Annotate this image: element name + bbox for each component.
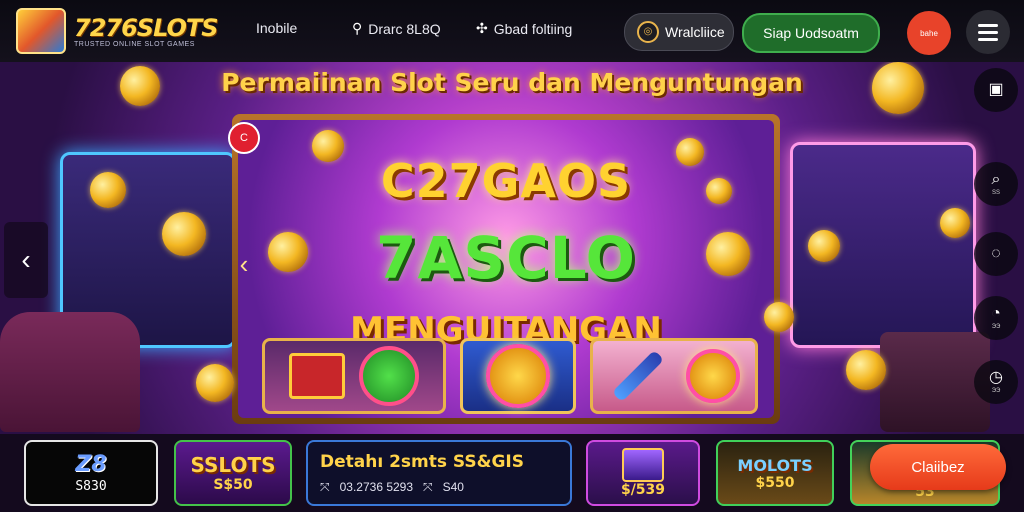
side-button-spin[interactable]: ◌	[974, 232, 1018, 276]
game-card-chest[interactable]: $/539	[586, 440, 700, 506]
search-icon: ⚲	[352, 20, 363, 36]
side-label: ЭЭ	[991, 324, 1001, 330]
promo-tile-wand[interactable]	[590, 338, 758, 414]
site-logo[interactable]: 7276SLOTS TRUSTED ONLINE SLOT GAMES	[16, 8, 219, 54]
brand-name: 7276SLOTS	[74, 13, 219, 42]
coin-decoration	[120, 66, 160, 106]
game-card-z8[interactable]: Z8 S830	[24, 440, 158, 506]
side-label: SS	[991, 190, 1000, 196]
treasure-chest-icon	[622, 448, 664, 482]
card-meta-2: S40	[442, 479, 464, 494]
logo-cube-icon	[16, 8, 66, 54]
game-card-sslots[interactable]: SSLOTS S$50	[174, 440, 292, 506]
signup-button[interactable]: Siap Uodsoatm	[742, 13, 880, 53]
coin-decoration	[706, 232, 750, 276]
promo-badge: C	[228, 122, 260, 154]
nav-label: Gbad foltiing	[493, 20, 573, 37]
nav-item-search[interactable]: ⚲ Drarc 8L8Q	[352, 20, 441, 37]
card-meta-1: 03.2736 5293	[339, 479, 414, 494]
coin-decoration	[676, 138, 704, 166]
side-button-timer[interactable]: ◔ ЭЭ	[974, 296, 1018, 340]
nav-item-games[interactable]: ✣ Gbad foltiing	[476, 20, 572, 37]
share-icon: ⤧	[320, 479, 330, 494]
inner-chevron-left-icon[interactable]: ‹	[232, 242, 256, 286]
card-amount: S$50	[213, 477, 253, 493]
coin-decoration	[312, 130, 344, 162]
promo-tile-gift[interactable]	[262, 338, 446, 414]
badge-text: C	[240, 132, 248, 144]
green-chip-icon	[359, 346, 419, 406]
card-amount: $550	[755, 474, 795, 491]
share-icon: ⤧	[423, 479, 433, 494]
claim-label: Claiibez	[911, 458, 965, 476]
gold-gem-icon	[486, 344, 550, 408]
magic-wand-icon	[611, 349, 665, 403]
coin-decoration	[706, 178, 732, 204]
spinner-icon: ◌	[991, 245, 1001, 262]
carousel-prev-button[interactable]: ‹	[4, 222, 48, 298]
search-icon: ⌕	[991, 171, 1001, 188]
coin-decoration	[196, 364, 234, 402]
coin-decoration	[846, 350, 886, 390]
game-card-molots[interactable]: MOLOTS $550	[716, 440, 834, 506]
card-meta: ⤧ 03.2736 5293 ⤧ S40	[320, 480, 474, 495]
side-button-ticket[interactable]: ▣	[974, 68, 1018, 112]
menu-bar	[978, 23, 998, 27]
nav-label: Inobile	[256, 20, 298, 36]
wallet-button[interactable]: ◎ Wralcliice	[624, 13, 734, 51]
timer-icon: ◔	[991, 305, 1001, 322]
hero-banner: Permaiinan Slot Seru dan Menguntungan C2…	[0, 62, 1024, 434]
signup-label: Siap Uodsoatm	[763, 25, 859, 41]
claim-button[interactable]: Claiibez	[870, 444, 1006, 490]
card-logo: Z8	[75, 452, 107, 477]
chevron-left-icon: ‹	[21, 244, 31, 275]
language-flag-button[interactable]: bahe	[907, 11, 951, 55]
coin-decoration	[90, 172, 126, 208]
card-brand: SSLOTS	[190, 453, 276, 477]
sofa-decoration	[0, 312, 140, 432]
gift-box-icon	[289, 353, 345, 399]
coin-icon: ◎	[637, 21, 659, 43]
coin-decoration	[764, 302, 794, 332]
promo-tile-gem[interactable]	[460, 338, 576, 414]
brand-tagline: TRUSTED ONLINE SLOT GAMES	[74, 40, 195, 48]
menu-bar	[978, 30, 998, 34]
ticket-icon: ▣	[988, 81, 1004, 98]
wallet-label: Wralcliice	[665, 24, 725, 40]
side-button-history[interactable]: ◷ ЭЭ	[974, 360, 1018, 404]
coin-decoration	[808, 230, 840, 262]
history-icon: ◷	[989, 369, 1003, 386]
flag-label: bahe	[920, 28, 938, 38]
coin-decoration	[872, 62, 924, 114]
pink-gem-icon	[686, 349, 740, 403]
menu-bar	[978, 37, 998, 41]
card-amount: S830	[75, 479, 107, 494]
coin-decoration	[940, 208, 970, 238]
dice-icon: ✣	[476, 20, 488, 36]
coin-decoration	[268, 232, 308, 272]
side-button-search[interactable]: ⌕ SS	[974, 162, 1018, 206]
hamburger-menu-button[interactable]	[966, 10, 1010, 54]
card-amount: $/539	[620, 482, 666, 498]
card-brand: MOLOTS	[737, 455, 813, 475]
nav-label: Drarc 8L8Q	[368, 20, 441, 37]
top-bar: 7276SLOTS TRUSTED ONLINE SLOT GAMES Inob…	[0, 0, 1024, 62]
game-card-details[interactable]: Detahı 2smts SS&GIS ⤧ 03.2736 5293 ⤧ S40	[306, 440, 572, 506]
side-label: ЭЭ	[991, 388, 1001, 394]
promo-line-2: 7ASCLO	[376, 224, 636, 292]
coin-decoration	[162, 212, 206, 256]
nav-item-mobile[interactable]: Inobile	[256, 20, 297, 36]
card-title: Detahı 2smts SS&GIS	[320, 451, 524, 472]
